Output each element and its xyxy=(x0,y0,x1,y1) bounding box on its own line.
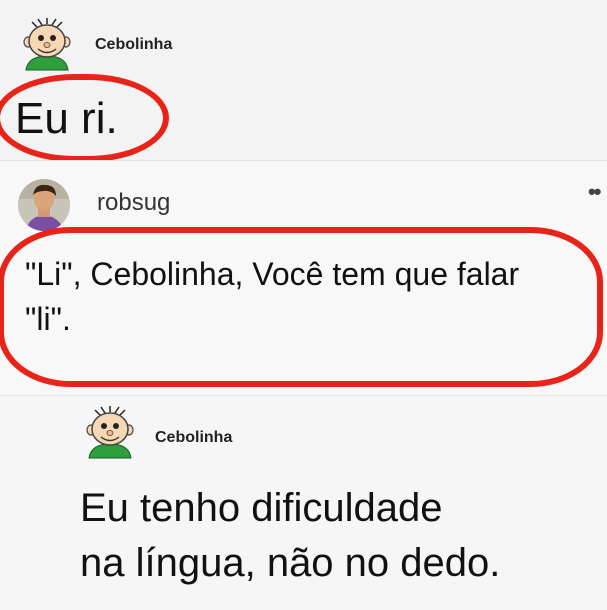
cebolinha-avatar[interactable] xyxy=(22,18,72,73)
username-cebolinha[interactable]: Cebolinha xyxy=(155,429,232,447)
post-cebolinha-2: Cebolinha Eu tenho dificuldade na língua… xyxy=(0,395,607,610)
username-cebolinha[interactable]: Cebolinha xyxy=(95,36,172,54)
post-text-line2: na língua, não no dedo. xyxy=(80,541,501,585)
more-options-icon[interactable]: •• xyxy=(588,179,601,205)
red-highlight-circle xyxy=(0,227,603,387)
post-cebolinha-1: Cebolinha Eu ri. xyxy=(0,0,607,162)
robsug-photo-avatar[interactable] xyxy=(18,179,70,231)
post-text-line2: "li". xyxy=(25,301,71,337)
post-robsug: robsug •• "Li", Cebolinha, Você tem que … xyxy=(0,160,607,395)
cebolinha-avatar[interactable] xyxy=(85,406,135,461)
username-robsug[interactable]: robsug xyxy=(97,189,170,217)
post-text-line1: Eu tenho dificuldade xyxy=(80,486,443,530)
post-text-line1: "Li", Cebolinha, Você tem que falar xyxy=(25,256,520,292)
post-text: Eu ri. xyxy=(15,94,118,143)
